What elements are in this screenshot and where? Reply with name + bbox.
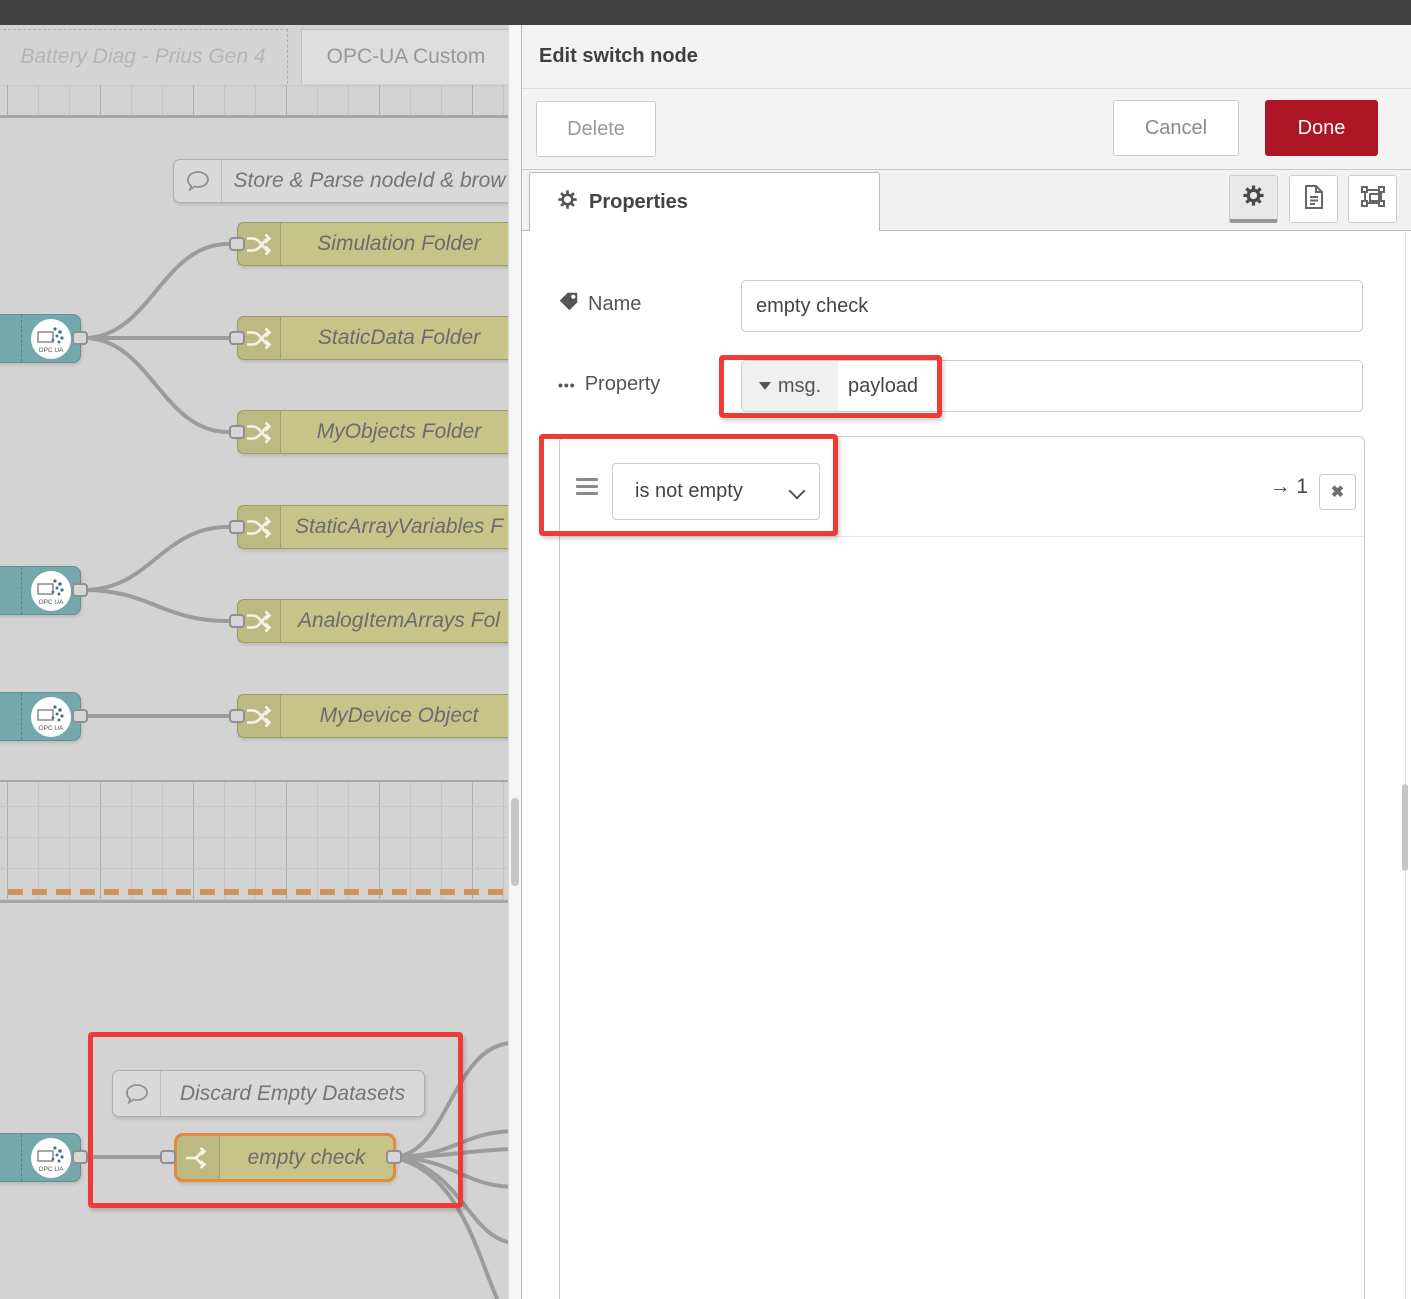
switch-node-label: StaticData Folder [281, 326, 508, 350]
edit-switch-node-panel: Edit switch node Delete Cancel Done Prop… [521, 25, 1411, 1299]
output-port[interactable] [72, 709, 88, 723]
switch-node-label: MyDevice Object [281, 704, 508, 728]
annotation-box-empty-check-group [88, 1032, 463, 1208]
name-input[interactable] [741, 280, 1363, 332]
comment-bubble-icon [174, 160, 222, 202]
panel-scrollbar-thumb[interactable] [1402, 784, 1408, 871]
annotation-box-rule [539, 434, 838, 536]
input-port[interactable] [229, 425, 245, 439]
canvas-scrollbar[interactable] [508, 25, 521, 1299]
panel-tab-row: Properties [522, 170, 1411, 231]
switch-node-staticdata-folder[interactable]: StaticData Folder [237, 316, 508, 360]
comment-node-store-parse[interactable]: Store & Parse nodeId & brow [173, 159, 508, 203]
rules-container: is not empty → 1 ✖ [559, 436, 1365, 1299]
input-port[interactable] [229, 709, 245, 723]
canvas-scrollbar-thumb[interactable] [511, 798, 519, 886]
opcua-node-label: er [0, 326, 21, 352]
svg-text:OPC UA: OPC UA [39, 1166, 65, 1173]
switch-node-label: Simulation Folder [281, 232, 508, 256]
output-port[interactable] [72, 583, 88, 597]
description-view-button[interactable] [1289, 175, 1338, 223]
appearance-icon [1360, 185, 1386, 214]
tab-properties-label: Properties [589, 191, 688, 214]
tab-properties[interactable]: Properties [529, 172, 880, 231]
panel-scrollbar-track [1405, 231, 1406, 1299]
flow-canvas[interactable]: Battery Diag - Prius Gen 4 OPC-UA Custom [0, 25, 508, 1299]
svg-text:OPC UA: OPC UA [39, 599, 65, 606]
switch-node-label: StaticArrayVariables F [281, 515, 508, 539]
opcua-browser-node[interactable]: er OPC UA [0, 692, 81, 741]
opcua-browser-node[interactable]: er OPC UA [0, 314, 81, 363]
rule-output-label: → 1 [1269, 437, 1308, 536]
property-field-label: ••• Property [558, 373, 660, 396]
remove-rule-button[interactable]: ✖ [1319, 474, 1356, 510]
svg-text:OPC UA: OPC UA [39, 347, 65, 354]
opcua-node-label: er [0, 704, 21, 730]
comment-node-label: Store & Parse nodeId & brow [222, 169, 508, 193]
opcua-browser-node[interactable]: er OPC UA [0, 1133, 81, 1182]
tag-icon [558, 291, 579, 318]
opcua-node-label: er [0, 1145, 21, 1171]
output-port[interactable] [72, 1150, 88, 1164]
switch-node-simulation-folder[interactable]: Simulation Folder [237, 222, 508, 266]
input-port[interactable] [229, 331, 245, 345]
done-button[interactable]: Done [1265, 100, 1378, 156]
gear-icon [1242, 184, 1265, 212]
ellipsis-icon: ••• [558, 377, 576, 393]
input-port[interactable] [229, 520, 245, 534]
gear-icon [557, 189, 578, 216]
panel-toolbar: Delete Cancel Done [522, 89, 1411, 170]
document-icon [1302, 184, 1326, 215]
switch-node-staticarrayvariables[interactable]: StaticArrayVariables F [237, 505, 508, 549]
switch-node-label: AnalogItemArrays Fol [281, 609, 508, 633]
delete-button[interactable]: Delete [536, 101, 656, 157]
appearance-view-button[interactable] [1348, 175, 1397, 223]
node-red-editor: Battery Diag - Prius Gen 4 OPC-UA Custom [0, 0, 1411, 1299]
properties-form: Name ••• Property msg. [522, 231, 1411, 1299]
switch-node-analogitemarrays[interactable]: AnalogItemArrays Fol [237, 599, 508, 643]
input-port[interactable] [229, 614, 245, 628]
app-header-bar [0, 0, 1411, 25]
switch-node-label: MyObjects Folder [281, 420, 508, 444]
annotation-box-property [719, 355, 942, 418]
cancel-button[interactable]: Cancel [1113, 100, 1239, 156]
input-port[interactable] [229, 237, 245, 251]
switch-node-myobjects-folder[interactable]: MyObjects Folder [237, 410, 508, 454]
opcua-node-label: er [0, 578, 21, 604]
switch-node-mydevice-object[interactable]: MyDevice Object [237, 694, 508, 738]
panel-title: Edit switch node [522, 25, 1411, 89]
name-field-label: Name [558, 291, 641, 318]
svg-text:OPC UA: OPC UA [39, 725, 65, 732]
opcua-browser-node[interactable]: er OPC UA [0, 566, 81, 615]
output-port[interactable] [72, 331, 88, 345]
properties-view-button[interactable] [1229, 175, 1278, 223]
